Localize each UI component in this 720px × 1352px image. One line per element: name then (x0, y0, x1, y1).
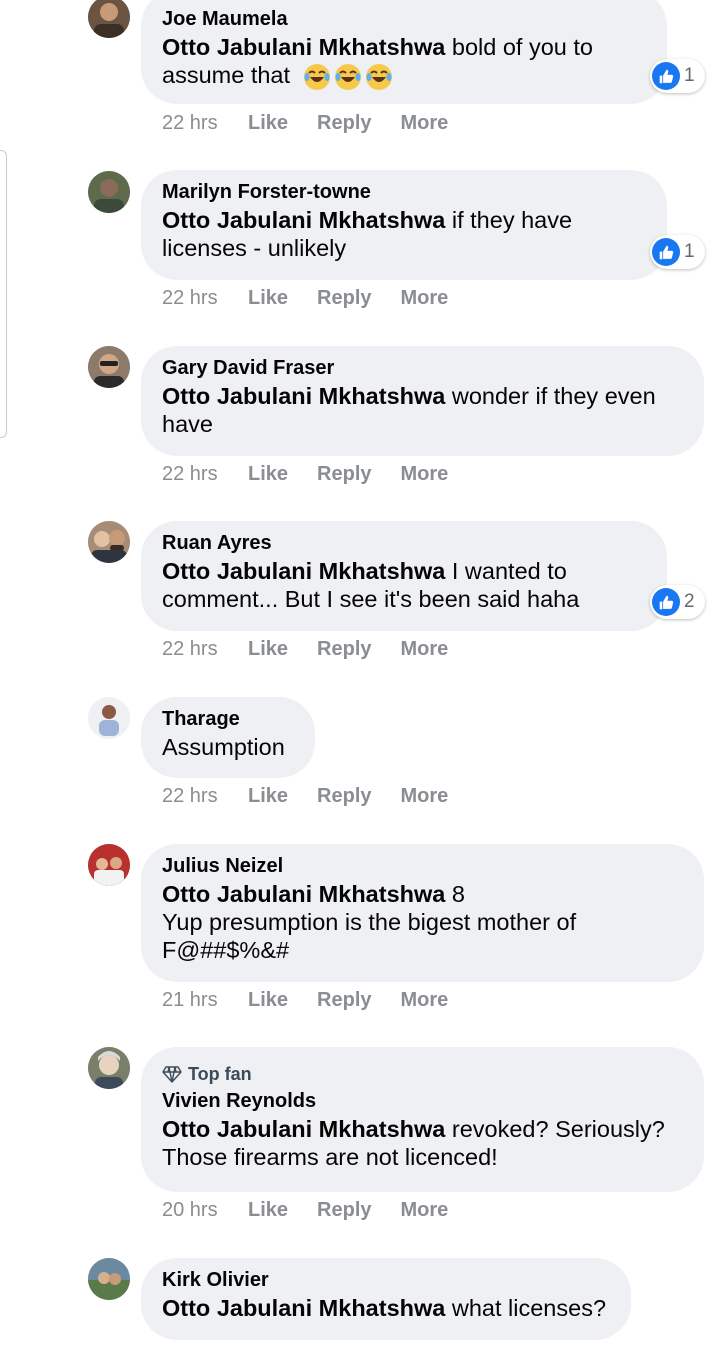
comment-bubble: Gary David Fraser Otto Jabulani Mkhatshw… (141, 346, 704, 456)
comment-actions: 22 hrs Like Reply More (162, 112, 477, 135)
comment-body-line2: Yup presumption is the bigest mother of … (162, 909, 577, 963)
top-fan-badge: Top fan (162, 1061, 682, 1087)
more-button[interactable]: More (401, 287, 449, 310)
comment-author[interactable]: Ruan Ayres (162, 529, 645, 557)
comment-body: what licenses? (451, 1295, 607, 1321)
comment-bubble: Joe Maumela Otto Jabulani Mkhatshwa bold… (141, 0, 667, 104)
avatar[interactable] (88, 844, 130, 886)
laughing-emoji-icon (303, 63, 330, 90)
avatar[interactable] (88, 346, 130, 388)
reaction-number: 1 (684, 65, 695, 86)
comment-actions: 21 hrs Like Reply More (162, 989, 477, 1012)
comment-text: Assumption (162, 734, 285, 760)
comment-author[interactable]: Joe Maumela (162, 5, 645, 33)
more-button[interactable]: More (401, 112, 449, 135)
like-button[interactable]: Like (248, 1199, 288, 1222)
avatar[interactable] (88, 0, 130, 38)
mention[interactable]: Otto Jabulani Mkhatshwa (162, 1116, 445, 1142)
reaction-count[interactable]: 1 (650, 59, 705, 93)
diamond-icon (162, 1066, 182, 1083)
like-button[interactable]: Like (248, 463, 288, 486)
reaction-number: 1 (684, 241, 695, 262)
comment-actions: 22 hrs Like Reply More (162, 287, 477, 310)
like-button[interactable]: Like (248, 638, 288, 661)
comment-bubble: Tharage Assumption (141, 697, 315, 778)
comment-text: Otto Jabulani Mkhatshwa what licenses? (162, 1294, 609, 1322)
more-button[interactable]: More (401, 989, 449, 1012)
avatar[interactable] (88, 697, 130, 739)
reaction-count[interactable]: 2 (650, 585, 705, 619)
comment-bubble: Ruan Ayres Otto Jabulani Mkhatshwa I wan… (141, 521, 667, 631)
avatar[interactable] (88, 1047, 130, 1089)
comment-text: Otto Jabulani Mkhatshwa wonder if they e… (162, 382, 682, 438)
laughing-emoji-icon (334, 63, 361, 90)
mention[interactable]: Otto Jabulani Mkhatshwa (162, 1295, 445, 1321)
comment-bubble: Marilyn Forster-towne Otto Jabulani Mkha… (141, 170, 667, 280)
comment-author[interactable]: Tharage (162, 705, 293, 733)
reaction-count[interactable]: 1 (650, 235, 705, 269)
badge-label: Top fan (188, 1063, 252, 1084)
timestamp[interactable]: 22 hrs (162, 112, 248, 135)
like-button[interactable]: Like (248, 112, 288, 135)
mention[interactable]: Otto Jabulani Mkhatshwa (162, 34, 445, 60)
reply-button[interactable]: Reply (317, 785, 371, 808)
reply-button[interactable]: Reply (317, 112, 371, 135)
more-button[interactable]: More (401, 638, 449, 661)
like-reaction-icon (652, 588, 680, 616)
like-button[interactable]: Like (248, 989, 288, 1012)
emoji-group (303, 63, 393, 91)
reply-button[interactable]: Reply (317, 638, 371, 661)
reply-button[interactable]: Reply (317, 989, 371, 1012)
comment-text: Otto Jabulani Mkhatshwa revoked? Serious… (162, 1115, 682, 1171)
comment-author[interactable]: Kirk Olivier (162, 1266, 609, 1294)
timestamp[interactable]: 22 hrs (162, 638, 248, 661)
comment-author[interactable]: Vivien Reynolds (162, 1087, 682, 1115)
mention[interactable]: Otto Jabulani Mkhatshwa (162, 881, 445, 907)
reply-button[interactable]: Reply (317, 287, 371, 310)
comment-actions: 22 hrs Like Reply More (162, 785, 477, 808)
comment-bubble: Kirk Olivier Otto Jabulani Mkhatshwa wha… (141, 1258, 631, 1340)
timestamp[interactable]: 22 hrs (162, 287, 248, 310)
timestamp[interactable]: 22 hrs (162, 785, 248, 808)
more-button[interactable]: More (401, 785, 449, 808)
reply-button[interactable]: Reply (317, 1199, 371, 1222)
like-reaction-icon (652, 238, 680, 266)
like-reaction-icon (652, 62, 680, 90)
timestamp[interactable]: 22 hrs (162, 463, 248, 486)
comment-author[interactable]: Marilyn Forster-towne (162, 178, 645, 206)
comment-actions: 22 hrs Like Reply More (162, 638, 477, 661)
comment-bubble: Julius Neizel Otto Jabulani Mkhatshwa 8 … (141, 844, 704, 982)
avatar[interactable] (88, 521, 130, 563)
comment-text: Otto Jabulani Mkhatshwa 8 Yup presumptio… (162, 880, 682, 964)
comment-author[interactable]: Julius Neizel (162, 852, 682, 880)
comment-text: Otto Jabulani Mkhatshwa bold of you to a… (162, 33, 645, 91)
comment-text: Otto Jabulani Mkhatshwa I wanted to comm… (162, 557, 645, 613)
laughing-emoji-icon (365, 63, 392, 90)
mention[interactable]: Otto Jabulani Mkhatshwa (162, 383, 445, 409)
comment-text: Otto Jabulani Mkhatshwa if they have lic… (162, 206, 645, 262)
reaction-number: 2 (684, 591, 695, 612)
like-button[interactable]: Like (248, 785, 288, 808)
more-button[interactable]: More (401, 463, 449, 486)
timestamp[interactable]: 21 hrs (162, 989, 248, 1012)
mention[interactable]: Otto Jabulani Mkhatshwa (162, 207, 445, 233)
comment-author[interactable]: Gary David Fraser (162, 354, 682, 382)
comment-body: 8 (451, 881, 465, 907)
reply-button[interactable]: Reply (317, 463, 371, 486)
more-button[interactable]: More (401, 1199, 449, 1222)
mention[interactable]: Otto Jabulani Mkhatshwa (162, 558, 445, 584)
comment-actions: 22 hrs Like Reply More (162, 463, 477, 486)
comment-bubble: Top fan Vivien Reynolds Otto Jabulani Mk… (141, 1047, 704, 1192)
avatar[interactable] (88, 171, 130, 213)
like-button[interactable]: Like (248, 287, 288, 310)
avatar[interactable] (88, 1258, 130, 1300)
comment-actions: 20 hrs Like Reply More (162, 1199, 477, 1222)
page-edge-indicator (0, 150, 7, 438)
timestamp[interactable]: 20 hrs (162, 1199, 248, 1222)
